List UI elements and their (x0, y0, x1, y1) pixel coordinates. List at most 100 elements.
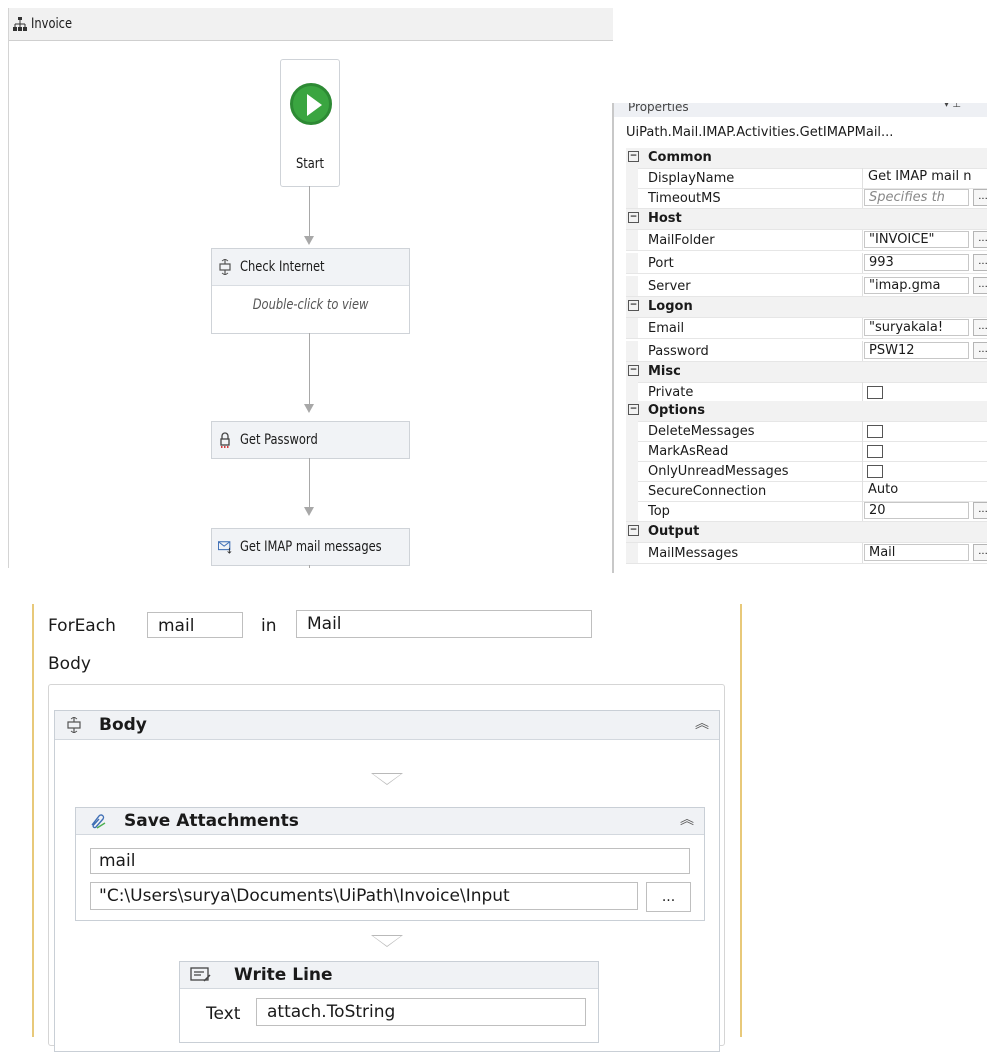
collapse-chevron-icon[interactable]: ︽ (695, 717, 709, 733)
mail-download-icon (218, 541, 232, 554)
prop-row-onlyunread[interactable]: OnlyUnreadMessages (626, 461, 987, 482)
category-options[interactable]: − Options (626, 401, 987, 422)
port-ellipsis-button[interactable]: ... (973, 254, 987, 271)
collapse-icon[interactable]: − (628, 212, 639, 223)
connector-line (309, 565, 310, 568)
onlyunread-checkbox[interactable] (867, 465, 883, 478)
collapse-icon[interactable]: − (628, 300, 639, 311)
start-node[interactable]: Start (280, 59, 340, 187)
collapse-chevron-icon[interactable]: ︽ (680, 813, 694, 829)
activity-get-imap-mail[interactable]: Get IMAP mail messages (211, 528, 410, 566)
email-field[interactable]: "suryakala! (864, 319, 969, 336)
message-input[interactable]: mail (90, 848, 690, 874)
password-ellipsis-button[interactable]: ... (973, 342, 987, 359)
connector-arrow-icon (304, 507, 314, 516)
connector-arrow-icon (304, 404, 314, 413)
prop-row-deletemessages[interactable]: DeleteMessages (626, 421, 987, 442)
password-field[interactable]: PSW12 (864, 342, 969, 359)
prop-row-private[interactable]: Private (626, 382, 987, 403)
deletemessages-checkbox[interactable] (867, 425, 883, 438)
foreach-variable-input[interactable]: mail (147, 612, 243, 638)
activity-get-password[interactable]: Get Password (211, 421, 410, 459)
properties-title: Properties (628, 103, 689, 114)
connector-line (309, 186, 310, 238)
category-common[interactable]: − Common (626, 148, 987, 169)
prop-row-mailfolder[interactable]: MailFolder "INVOICE" ... (626, 230, 987, 251)
drop-target-icon[interactable] (371, 773, 403, 785)
displayname-value[interactable]: Get IMAP mail n (864, 169, 987, 186)
activity-check-internet[interactable]: Check Internet Double-click to view (211, 248, 410, 334)
prop-row-displayname[interactable]: DisplayName Get IMAP mail n (626, 168, 987, 189)
properties-panel: Properties ▾ ⊥ UiPath.Mail.IMAP.Activiti… (612, 103, 987, 573)
write-line-header: Write Line (180, 962, 598, 989)
activity-class-name: UiPath.Mail.IMAP.Activities.GetIMAPMail.… (626, 125, 894, 140)
activity-label: Get Password (240, 432, 318, 448)
folder-browse-button[interactable]: ... (646, 882, 691, 912)
activity-label: Get IMAP mail messages (240, 539, 382, 555)
folder-path-input[interactable]: "C:\Users\surya\Documents\UiPath\Invoice… (90, 882, 638, 910)
start-label: Start (295, 156, 325, 172)
sequence-icon (67, 717, 81, 733)
server-field[interactable]: "imap.gma (864, 277, 969, 294)
save-attachments-header: Save Attachments ︽ (76, 808, 704, 835)
timeout-field[interactable]: Specifies th (864, 189, 969, 206)
timeout-ellipsis-button[interactable]: ... (973, 189, 987, 206)
markasread-checkbox[interactable] (867, 445, 883, 458)
foreach-collection-input[interactable]: Mail (296, 610, 592, 638)
sequence-label: Body (99, 715, 147, 735)
pin-icon[interactable]: ▾ ⊥ (944, 103, 961, 110)
category-misc[interactable]: − Misc (626, 362, 987, 383)
sequence-header: Body ︽ (55, 711, 719, 740)
mailfolder-ellipsis-button[interactable]: ... (973, 231, 987, 248)
server-ellipsis-button[interactable]: ... (973, 277, 987, 294)
top-ellipsis-button[interactable]: ... (973, 502, 987, 519)
write-line-title: Write Line (234, 965, 333, 985)
connector-arrow-icon (304, 236, 314, 245)
properties-title-bar: Properties ▾ ⊥ (614, 103, 987, 117)
mailmessages-field[interactable]: Mail (864, 544, 969, 561)
activity-header: Check Internet (212, 249, 409, 286)
prop-row-server[interactable]: Server "imap.gma ... (626, 276, 987, 297)
private-checkbox[interactable] (867, 386, 883, 399)
prop-row-mailmessages[interactable]: MailMessages Mail ... (626, 543, 987, 564)
save-attachments-activity[interactable]: Save Attachments ︽ mail "C:\Users\surya\… (75, 807, 705, 921)
port-field[interactable]: 993 (864, 254, 969, 271)
prop-row-port[interactable]: Port 993 ... (626, 253, 987, 274)
prop-row-markasread[interactable]: MarkAsRead (626, 441, 987, 462)
prop-row-timeout[interactable]: TimeoutMS Specifies th ... (626, 188, 987, 209)
lock-icon (220, 432, 230, 448)
flowchart-icon (13, 17, 27, 31)
write-line-text-input[interactable]: attach.ToString (256, 998, 586, 1026)
workflow-title: Invoice (31, 16, 73, 32)
collapse-icon[interactable]: − (628, 525, 639, 536)
body-sequence[interactable]: Body ︽ Save Attachments ︽ mail "C:\Users… (54, 710, 720, 1052)
collapse-icon[interactable]: − (628, 404, 639, 415)
write-line-activity[interactable]: Write Line Text attach.ToString (179, 961, 599, 1043)
foreach-activity[interactable]: ForEach mail in Mail Body Body ︽ Save At… (32, 604, 742, 1052)
flowchart-header: Invoice (9, 8, 613, 41)
prop-row-top[interactable]: Top 20 ... (626, 501, 987, 522)
activity-label: Check Internet (240, 259, 325, 275)
category-logon[interactable]: − Logon (626, 297, 987, 318)
prop-row-email[interactable]: Email "suryakala! ... (626, 318, 987, 339)
collapse-icon[interactable]: − (628, 151, 639, 162)
top-field[interactable]: 20 (864, 502, 969, 519)
category-host[interactable]: − Host (626, 209, 987, 230)
drop-target-icon[interactable] (371, 935, 403, 947)
collapse-icon[interactable]: − (628, 365, 639, 376)
foreach-keyword: ForEach (48, 616, 116, 636)
write-line-text-label: Text (206, 1004, 241, 1024)
paperclip-icon (91, 814, 106, 829)
secureconnection-select[interactable]: Auto (864, 482, 969, 499)
prop-row-secureconnection[interactable]: SecureConnection Auto (626, 481, 987, 502)
mailmessages-ellipsis-button[interactable]: ... (973, 544, 987, 561)
save-attachments-title: Save Attachments (124, 811, 299, 831)
category-output[interactable]: − Output (626, 522, 987, 543)
flowchart-panel: Invoice Start Check Internet Double-clic… (8, 8, 613, 568)
activity-header: Get IMAP mail messages (212, 529, 409, 565)
email-ellipsis-button[interactable]: ... (973, 319, 987, 336)
prop-row-password[interactable]: Password PSW12 ... (626, 341, 987, 362)
connector-line (309, 458, 310, 508)
mailfolder-field[interactable]: "INVOICE" (864, 231, 969, 248)
foreach-in-keyword: in (261, 616, 277, 636)
